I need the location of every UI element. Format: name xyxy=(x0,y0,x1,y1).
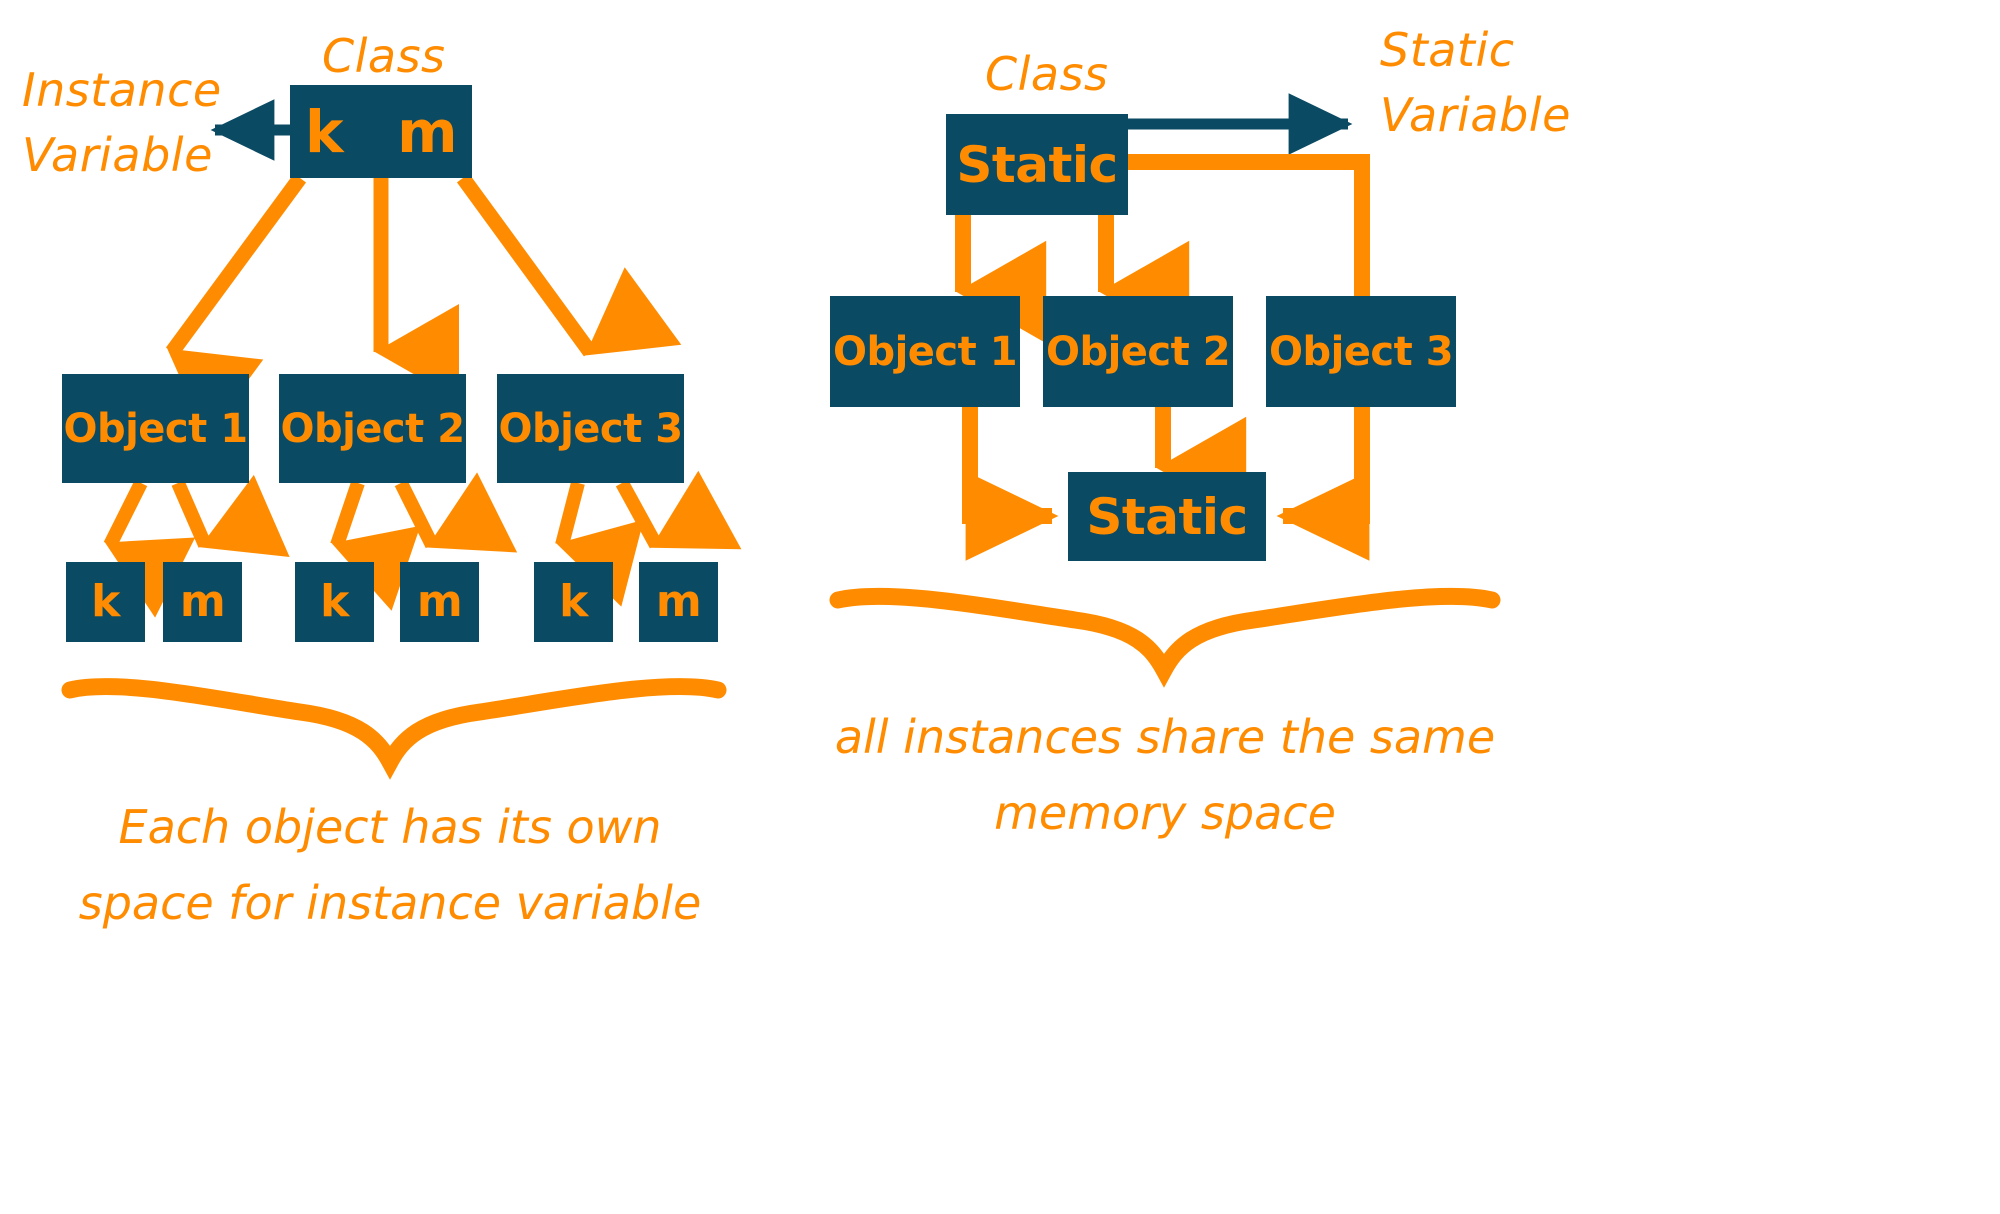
field-label: m xyxy=(416,576,463,627)
edge-object3-to-m xyxy=(615,470,742,550)
edge-object2-to-k xyxy=(330,480,421,611)
class-box-left[interactable]: k m xyxy=(290,85,472,178)
edge-object2-to-m xyxy=(394,472,518,553)
object-box-3-left[interactable]: Object 3 xyxy=(497,374,684,483)
object-box-label: Object 1 xyxy=(832,328,1018,375)
label-instance-variable: Instance Variable xyxy=(22,63,222,183)
field-label: m xyxy=(655,576,702,627)
edge-class-to-object1 xyxy=(165,173,307,437)
object3-field-box-m[interactable]: m xyxy=(639,562,718,642)
object-box-1-right[interactable]: Object 1 xyxy=(830,296,1020,407)
right-caption: all instances share the same memory spac… xyxy=(834,710,1496,840)
left-caption: Each object has its own space for instan… xyxy=(78,800,702,930)
left-curly-brace xyxy=(61,678,727,780)
edge-object1-to-k xyxy=(103,479,196,618)
label-class-left: Class xyxy=(322,29,446,83)
class-field-k: k xyxy=(304,97,344,166)
label-static-variable: Static Variable xyxy=(1380,23,1571,143)
edge-object3-to-shared-static xyxy=(1276,407,1370,561)
class-box-right-static[interactable]: Static xyxy=(946,114,1128,215)
label-class-right: Class xyxy=(985,47,1109,101)
right-curly-brace xyxy=(829,587,1501,688)
edge-class-to-object3 xyxy=(456,173,682,357)
edge-object1-to-m xyxy=(171,474,290,558)
object-box-1-left[interactable]: Object 1 xyxy=(62,374,249,483)
object2-field-box-m[interactable]: m xyxy=(400,562,479,642)
object-box-label: Object 2 xyxy=(1045,328,1231,375)
shared-static-memory-box[interactable]: Static xyxy=(1068,472,1266,561)
shared-static-label: Static xyxy=(1086,487,1248,546)
class-field-m: m xyxy=(397,97,457,166)
edge-staticclass-to-object3 xyxy=(1128,154,1370,300)
object-box-2-left[interactable]: Object 2 xyxy=(279,374,466,483)
object-box-label: Object 2 xyxy=(280,405,465,452)
field-label: k xyxy=(91,576,120,627)
object-box-2-right[interactable]: Object 2 xyxy=(1043,296,1233,407)
field-label: m xyxy=(179,576,226,627)
object1-field-box-k[interactable]: k xyxy=(66,562,145,642)
class-box-label: Static xyxy=(956,135,1118,194)
field-label: k xyxy=(320,576,349,627)
object-box-label: Object 1 xyxy=(63,405,248,452)
object1-field-box-m[interactable]: m xyxy=(163,562,242,642)
edge-object3-to-k xyxy=(555,481,644,607)
diagram-canvas: Instance Variable Class k m Object 1 Obj… xyxy=(0,0,2000,1214)
field-label: k xyxy=(559,576,588,627)
object-box-label: Object 3 xyxy=(498,405,683,452)
object-box-label: Object 3 xyxy=(1268,328,1454,375)
edge-object1-to-shared-static xyxy=(962,407,1059,561)
object3-field-box-k[interactable]: k xyxy=(534,562,613,642)
object2-field-box-k[interactable]: k xyxy=(295,562,374,642)
object-box-3-right[interactable]: Object 3 xyxy=(1266,296,1456,407)
